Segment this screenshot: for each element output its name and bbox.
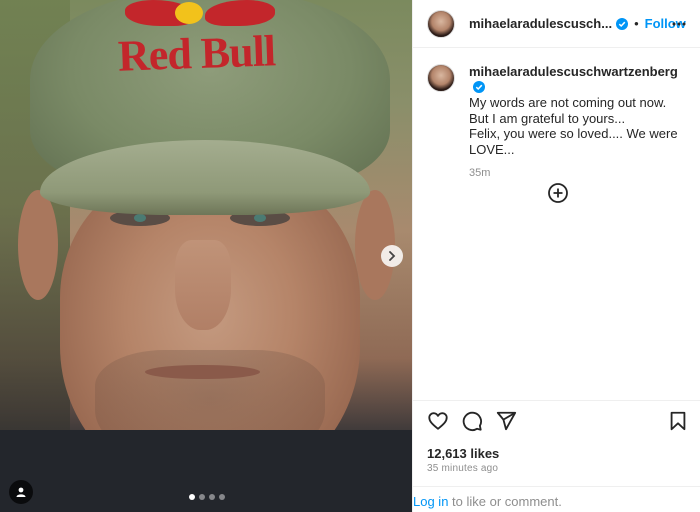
carousel-dot: [219, 494, 225, 500]
photo-nose: [175, 240, 231, 330]
user-tag-button[interactable]: [9, 480, 33, 504]
cap-logo-bull-right: [205, 0, 275, 26]
carousel-dot: [189, 494, 195, 500]
login-prompt: Log in to like or comment.: [413, 486, 700, 512]
caption-line: LOVE...: [469, 141, 515, 157]
post-header: mihaelaradulescusch... • Follow: [413, 0, 700, 48]
bookmark-icon[interactable]: [667, 410, 689, 432]
cap-logo-sun: [175, 2, 203, 24]
login-link[interactable]: Log in: [413, 494, 448, 509]
photo-ear-left: [18, 190, 58, 300]
header-separator: •: [634, 16, 639, 31]
carousel-next-button[interactable]: [381, 245, 403, 267]
author-avatar[interactable]: [427, 9, 455, 38]
user-tag-icon: [16, 487, 26, 497]
caption-avatar[interactable]: [427, 64, 455, 92]
photo-mouth: [145, 365, 260, 379]
carousel-indicator: [189, 494, 225, 500]
post-media[interactable]: Red Bull: [0, 0, 412, 512]
author-username[interactable]: mihaelaradulescusch...: [469, 16, 612, 31]
post-timestamp[interactable]: 35 minutes ago: [427, 463, 498, 474]
heart-icon[interactable]: [427, 410, 449, 432]
caption-username[interactable]: mihaelaradulescuschwartzenberg: [469, 64, 678, 79]
caption-timestamp[interactable]: 35m: [469, 166, 687, 182]
verified-badge-icon: [473, 80, 485, 93]
verified-badge-icon: [616, 17, 629, 30]
post-side-panel: mihaelaradulescusch... • Follow mihaelar…: [412, 0, 700, 512]
carousel-dot: [199, 494, 205, 500]
caption-line: But I am grateful to yours...: [469, 110, 626, 126]
caption-line: Felix, you were so loved.... We were: [469, 126, 678, 141]
caption-line: My words are not coming out now.: [469, 95, 667, 110]
carousel-dot: [209, 494, 215, 500]
caption-body: mihaelaradulescuschwartzenberg My words …: [469, 64, 687, 182]
cap-logo-text: Red Bull: [117, 26, 276, 81]
add-circle-icon[interactable]: [547, 182, 569, 204]
action-bar: [413, 400, 700, 440]
comment-icon[interactable]: [461, 410, 483, 432]
chevron-right-icon: [389, 251, 396, 261]
like-count[interactable]: 12,613 likes: [427, 446, 499, 461]
login-prompt-text: to like or comment.: [448, 494, 562, 509]
paper-plane-icon[interactable]: [495, 410, 517, 432]
more-options-icon[interactable]: [671, 16, 687, 32]
caption: mihaelaradulescuschwartzenberg My words …: [427, 64, 687, 182]
